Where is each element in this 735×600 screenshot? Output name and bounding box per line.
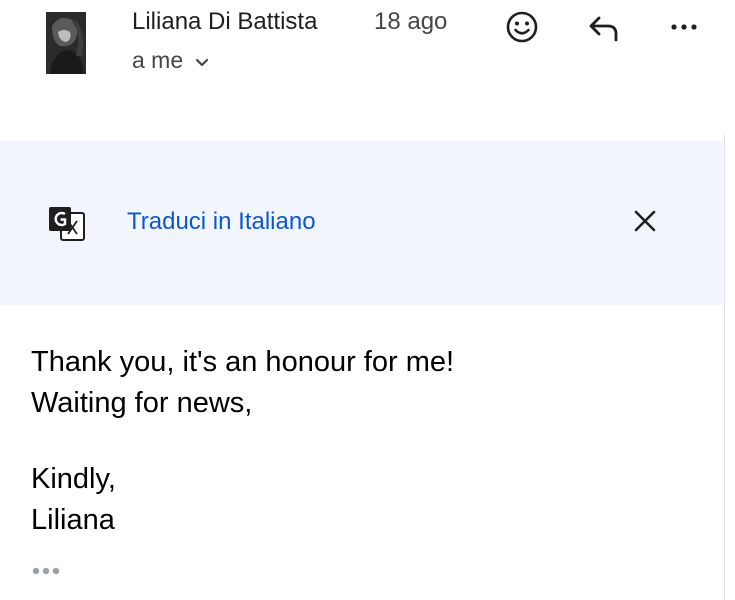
show-trimmed-content-button[interactable] bbox=[31, 564, 65, 583]
recipients-label: a me bbox=[132, 47, 184, 73]
body-line: Liliana bbox=[31, 504, 115, 536]
translate-link[interactable]: Traduci in Italiano bbox=[127, 208, 316, 236]
google-translate-icon bbox=[47, 205, 87, 248]
ellipsis-icon bbox=[31, 565, 65, 582]
body-line: Waiting for news, bbox=[31, 387, 253, 419]
close-translate-button[interactable] bbox=[630, 208, 660, 238]
body-line: Kindly, bbox=[31, 463, 116, 495]
reply-arrow-icon bbox=[586, 10, 620, 49]
scrollbar-edge bbox=[724, 134, 735, 600]
close-icon bbox=[632, 208, 658, 239]
reply-button[interactable] bbox=[586, 12, 620, 46]
more-vert-icon bbox=[667, 10, 701, 49]
body-line: Thank you, it's an honour for me! bbox=[31, 346, 455, 378]
emoji-reaction-button[interactable] bbox=[505, 10, 539, 49]
more-options-button[interactable] bbox=[667, 12, 701, 46]
avatar[interactable] bbox=[46, 12, 86, 74]
smiley-face-icon bbox=[505, 10, 539, 49]
translate-banner bbox=[0, 141, 724, 305]
chevron-down-icon bbox=[195, 47, 209, 74]
message-date: 18 ago bbox=[374, 8, 448, 35]
sender-name[interactable]: Liliana Di Battista bbox=[132, 8, 317, 36]
message-header: Liliana Di Battista 18 ago a me bbox=[0, 0, 724, 135]
message-body: Thank you, it's an honour for me! Waitin… bbox=[31, 342, 454, 541]
recipients-toggle[interactable]: a me bbox=[132, 47, 209, 74]
